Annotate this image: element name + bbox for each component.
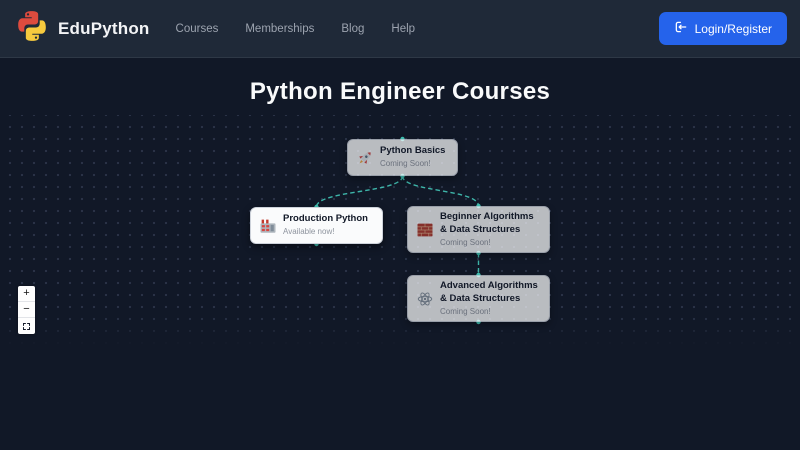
course-title: Production Python	[283, 213, 368, 226]
zoom-in-button[interactable]: +	[18, 286, 35, 302]
course-node-python-basics[interactable]: Python Basics Coming Soon!	[347, 139, 458, 176]
main-nav: Courses Memberships Blog Help	[176, 23, 416, 35]
course-flow-canvas[interactable]: Python Basics Coming Soon! Production Py…	[0, 115, 800, 347]
rocket-icon	[356, 149, 374, 167]
course-title-line1: Beginner Algorithms	[440, 211, 534, 224]
brand-name: EduPython	[58, 19, 150, 39]
nav-item-help[interactable]: Help	[391, 23, 415, 35]
python-logo-icon	[13, 9, 51, 48]
fit-view-button[interactable]	[18, 318, 35, 334]
course-title-line2: & Data Structures	[440, 224, 534, 237]
course-node-beginner-algorithms[interactable]: Beginner Algorithms & Data Structures Co…	[407, 206, 550, 253]
course-node-advanced-algorithms[interactable]: Advanced Algorithms & Data Structures Co…	[407, 275, 550, 322]
edge-basics-to-production	[317, 176, 403, 207]
nav-item-courses[interactable]: Courses	[176, 23, 219, 35]
course-status: Coming Soon!	[440, 238, 534, 248]
flow-controls: + −	[18, 286, 35, 334]
brand-link[interactable]: EduPython	[13, 9, 150, 48]
course-status: Available now!	[283, 227, 368, 237]
atom-icon	[416, 290, 434, 308]
course-title: Python Basics	[380, 145, 445, 158]
page-title: Python Engineer Courses	[0, 78, 800, 106]
edge-basics-to-beginner	[403, 176, 479, 206]
fit-view-icon	[22, 322, 31, 331]
course-status: Coming Soon!	[440, 307, 538, 317]
login-register-button[interactable]: Login/Register	[659, 12, 787, 45]
course-title-line2: & Data Structures	[440, 293, 538, 306]
nav-item-blog[interactable]: Blog	[341, 23, 364, 35]
header: EduPython Courses Memberships Blog Help …	[0, 0, 800, 58]
login-icon	[674, 20, 688, 37]
brick-icon	[416, 221, 434, 239]
nav-item-memberships[interactable]: Memberships	[245, 23, 314, 35]
factory-icon	[259, 217, 277, 235]
course-status: Coming Soon!	[380, 159, 445, 169]
course-title-line1: Advanced Algorithms	[440, 280, 538, 293]
zoom-out-button[interactable]: −	[18, 302, 35, 318]
course-node-production-python[interactable]: Production Python Available now!	[250, 207, 383, 244]
login-label: Login/Register	[695, 22, 772, 36]
